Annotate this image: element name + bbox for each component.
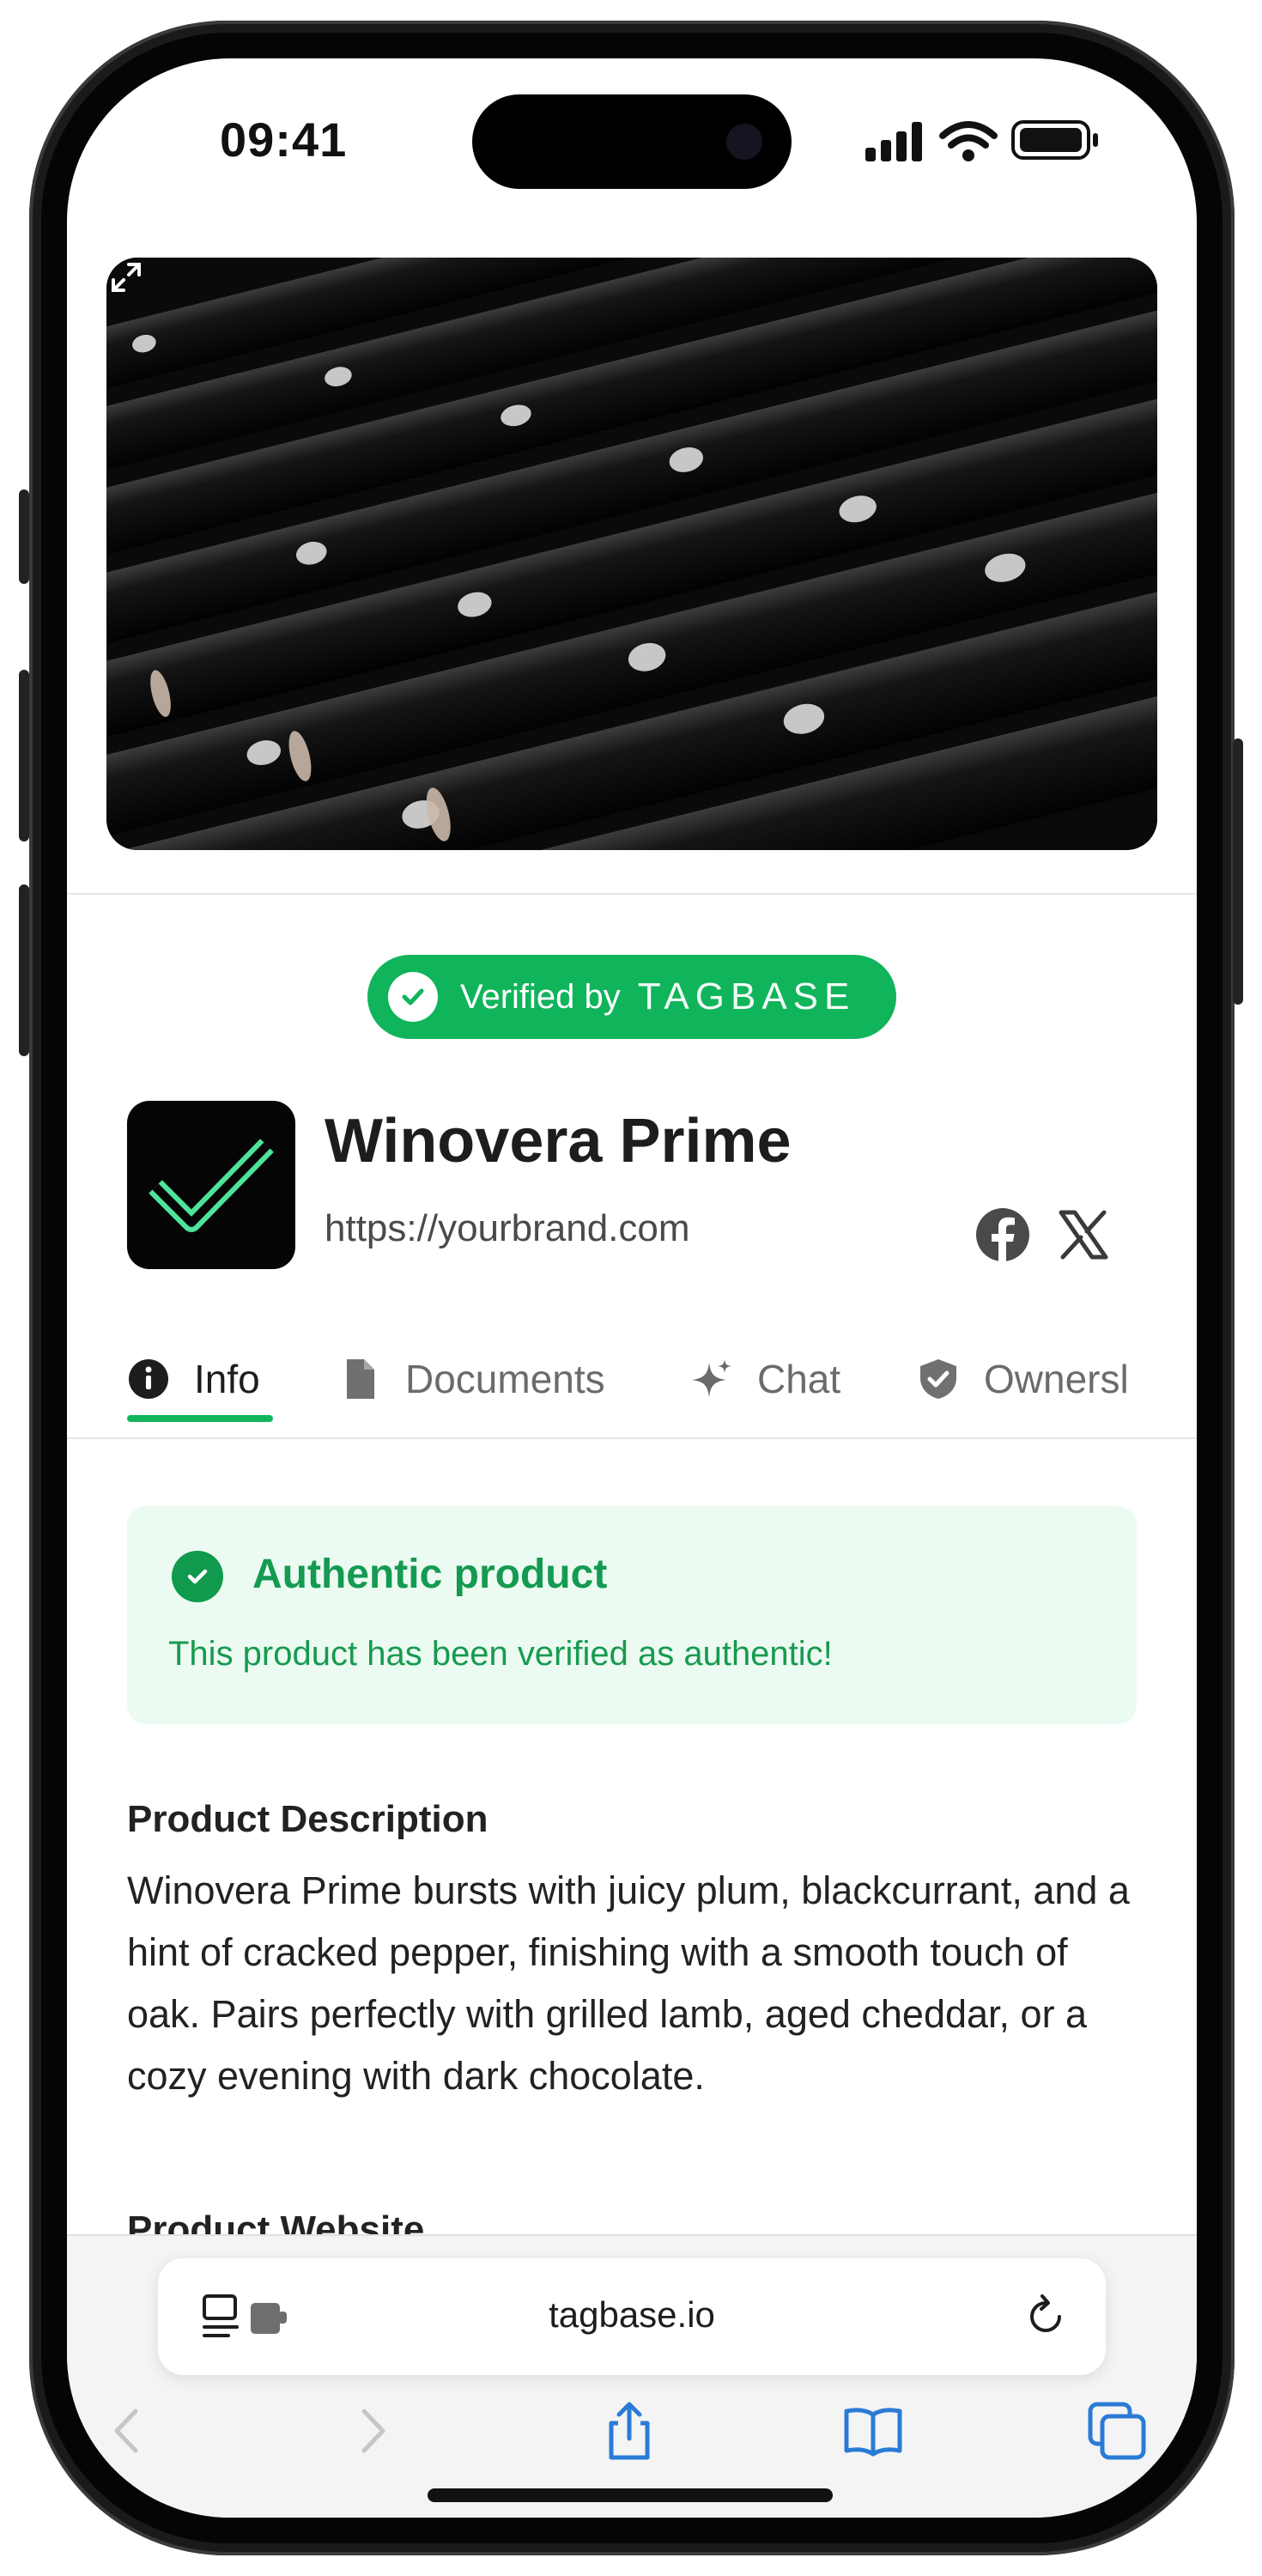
address-bar[interactable]: tagbase.io (158, 2258, 1106, 2375)
check-circle-icon (172, 1551, 223, 1602)
shield-icon (920, 1359, 956, 1399)
screen: 09:41 Verified by TAGBASE Winovera Prime… (67, 58, 1197, 2518)
tab-chat[interactable]: Chat (690, 1336, 840, 1422)
tagbase-logo: TAGBASE (637, 975, 856, 1018)
check-circle-icon (388, 972, 438, 1022)
signal-wifi-battery-icons (865, 120, 1098, 161)
power-button (1233, 738, 1243, 1005)
volume-down-button (19, 884, 29, 1056)
verified-label: Verified by (460, 977, 621, 1016)
info-icon (129, 1359, 168, 1399)
tabs-icon[interactable] (1085, 2399, 1149, 2463)
tab-info[interactable]: Info (127, 1336, 260, 1422)
tab-ownership[interactable]: Ownersl (917, 1336, 1129, 1422)
brand-url-link[interactable]: https://yourbrand.com (325, 1207, 690, 1250)
browser-toolbar: tagbase.io (67, 2234, 1197, 2518)
home-indicator (428, 2488, 833, 2502)
tab-documents-label: Documents (405, 1357, 605, 1401)
expand-icon[interactable] (106, 258, 146, 297)
tab-info-label: Info (194, 1357, 260, 1401)
dynamic-island (472, 94, 792, 189)
back-icon[interactable] (96, 2399, 160, 2463)
reload-icon[interactable] (1020, 2291, 1071, 2342)
tab-documents[interactable]: Documents (338, 1336, 605, 1422)
authentic-message: This product has been verified as authen… (168, 1635, 833, 1673)
document-icon (347, 1359, 374, 1399)
description-heading: Product Description (127, 1798, 488, 1840)
active-tab-indicator (127, 1415, 273, 1422)
forward-icon[interactable] (340, 2399, 403, 2463)
camera-icon (726, 124, 762, 160)
tab-bar: Info Documents Chat Ownersl (67, 1336, 1197, 1422)
url-text: tagbase.io (549, 2294, 715, 2335)
hero-image[interactable] (106, 258, 1157, 850)
share-icon[interactable] (598, 2399, 661, 2463)
status-time: 09:41 (220, 112, 348, 167)
checkmark-logo-icon (149, 1139, 274, 1232)
tab-chat-label: Chat (757, 1357, 841, 1401)
verified-badge[interactable]: Verified by TAGBASE (367, 955, 896, 1039)
wine-bottles-image (106, 258, 1157, 850)
facebook-icon[interactable] (974, 1206, 1032, 1264)
divider (67, 893, 1197, 895)
authentic-product-card: Authentic product This product has been … (127, 1506, 1137, 1724)
bookmarks-icon[interactable] (841, 2399, 905, 2463)
description-body: Winovera Prime bursts with juicy plum, b… (127, 1868, 1130, 2098)
action-button (19, 489, 29, 584)
brand-name: Winovera Prime (325, 1107, 792, 1176)
volume-up-button (19, 670, 29, 841)
tab-ownership-label: Ownersl (984, 1357, 1129, 1401)
divider (67, 1437, 1197, 1439)
authentic-title: Authentic product (252, 1552, 608, 1597)
status-icons (865, 117, 1132, 163)
sparkle-icon (692, 1359, 731, 1397)
brand-logo (127, 1101, 295, 1269)
x-icon[interactable] (1054, 1206, 1113, 1264)
